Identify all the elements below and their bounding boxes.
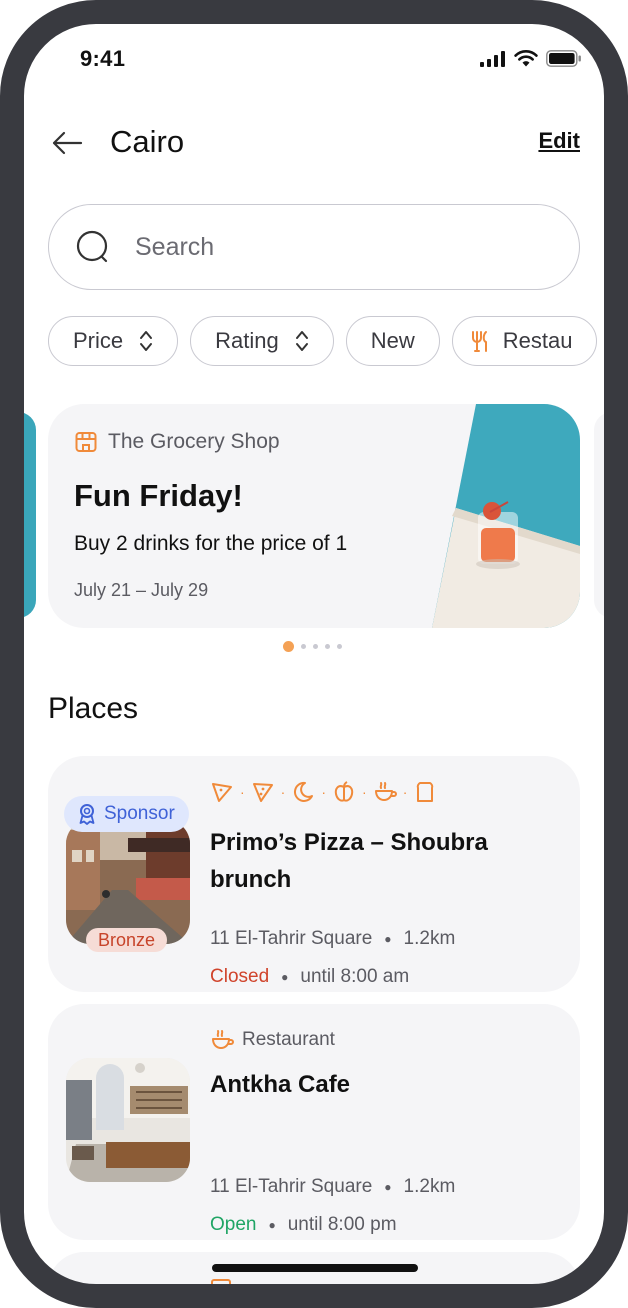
separator-dot: ● — [384, 1180, 392, 1194]
filter-chip-label: New — [370, 328, 415, 353]
page-title: Cairo — [110, 124, 185, 159]
moon-icon — [294, 781, 314, 802]
category-row: Restaurant — [210, 1028, 335, 1052]
pagination-dot[interactable] — [283, 641, 294, 652]
filter-chip-label: Restau — [502, 328, 573, 353]
phone-device: 9:41 Cairo Edit Search Price Rating New … — [0, 0, 628, 1308]
pagination-dot[interactable] — [325, 644, 330, 649]
filter-chip-restaurant[interactable]: Restau — [451, 316, 598, 366]
filter-chip-label: Price — [73, 328, 124, 353]
place-card[interactable]: Sponsor Bronze · · · · · Primo’s Pizza –… — [48, 756, 580, 992]
search-input[interactable] — [135, 227, 535, 267]
separator-dot: ● — [281, 970, 289, 984]
place-category: Restaurant — [242, 1029, 335, 1050]
cutlery-icon — [471, 331, 487, 352]
filter-chip-rating[interactable]: Rating — [190, 316, 334, 366]
place-address: 11 El-Tahrir Square — [210, 1176, 373, 1197]
category-icons: · · · · · — [210, 780, 437, 804]
store-icon — [75, 432, 97, 452]
status-time: 9:41 — [80, 46, 126, 71]
sponsor-label: Sponsor — [104, 803, 175, 824]
home-indicator[interactable] — [212, 1264, 418, 1272]
street-cafe-photo — [66, 820, 190, 944]
promo-title: Fun Friday! — [74, 478, 243, 513]
place-card[interactable]: Restaurant Antkha Cafe 11 El-Tahrir Squa… — [48, 1004, 580, 1240]
promo-card-previous[interactable] — [24, 412, 36, 618]
place-status-row: Open ● until 8:00 pm — [210, 1214, 397, 1236]
apple-icon — [334, 781, 354, 802]
place-distance: 1.2km — [403, 1176, 456, 1197]
separator-dot: ● — [268, 1218, 276, 1232]
filter-chip-new[interactable]: New — [345, 316, 440, 366]
sort-arrows-icon — [295, 331, 308, 351]
promo-description: Buy 2 drinks for the price of 1 — [74, 532, 348, 555]
place-hours: until 8:00 pm — [287, 1214, 397, 1235]
tier-badge: Bronze — [86, 928, 168, 952]
status-icons — [480, 50, 582, 67]
sponsor-badge: Sponsor — [64, 796, 189, 832]
place-status-row: Closed ● until 8:00 am — [210, 966, 409, 988]
promo-dates: July 21 – July 29 — [74, 580, 209, 600]
place-address: 11 El-Tahrir Square — [210, 928, 373, 949]
place-distance: 1.2km — [403, 928, 456, 949]
pizza-icon — [212, 783, 232, 802]
pagination-dot[interactable] — [313, 644, 318, 649]
promo-drink-image — [432, 404, 580, 628]
search-icon — [76, 230, 108, 263]
place-name: Primo’s Pizza – Shoubra brunch — [210, 829, 488, 893]
filter-chips: Price Rating New Restau — [48, 316, 604, 366]
carousel-pagination[interactable] — [283, 641, 342, 652]
coffee-icon — [374, 782, 397, 801]
place-status: Open — [210, 1214, 257, 1235]
award-icon — [79, 804, 95, 825]
place-address-row: 11 El-Tahrir Square ● 1.2km — [210, 928, 455, 950]
status-bar: 9:41 — [24, 24, 604, 94]
place-hours: until 8:00 am — [300, 966, 410, 987]
place-status: Closed — [210, 966, 270, 987]
coffee-icon — [212, 1030, 234, 1049]
battery-icon — [546, 50, 581, 67]
pagination-dot[interactable] — [301, 644, 306, 649]
header: Cairo Edit — [24, 120, 604, 170]
signal-icon — [480, 50, 505, 67]
cafe-interior-photo — [66, 1058, 190, 1182]
filter-chip-price[interactable]: Price — [48, 316, 179, 366]
place-photo — [66, 1058, 190, 1182]
filter-chip-label: Rating — [215, 328, 279, 353]
bread-icon — [417, 782, 434, 802]
promo-card[interactable]: The Grocery Shop Fun Friday! Buy 2 drink… — [48, 404, 580, 628]
promo-card-next[interactable] — [594, 412, 604, 618]
edit-button[interactable]: Edit — [538, 128, 580, 154]
pizza-icon — [252, 783, 273, 802]
separator-dot: ● — [384, 932, 392, 946]
promo-shop: The Grocery Shop — [74, 430, 280, 454]
app-screen: 9:41 Cairo Edit Search Price Rating New … — [24, 24, 604, 1284]
section-title-places: Places — [48, 692, 139, 725]
wifi-icon — [514, 50, 538, 67]
sort-arrows-icon — [140, 331, 153, 351]
search-bar[interactable] — [48, 204, 580, 290]
place-address-row: 11 El-Tahrir Square ● 1.2km — [210, 1176, 455, 1198]
promo-shop-name: The Grocery Shop — [108, 430, 280, 453]
store-icon — [211, 1279, 231, 1284]
back-arrow-icon[interactable] — [50, 126, 84, 160]
place-photo — [66, 820, 190, 944]
place-name: Antkha Cafe — [210, 1071, 351, 1098]
pagination-dot[interactable] — [337, 644, 342, 649]
